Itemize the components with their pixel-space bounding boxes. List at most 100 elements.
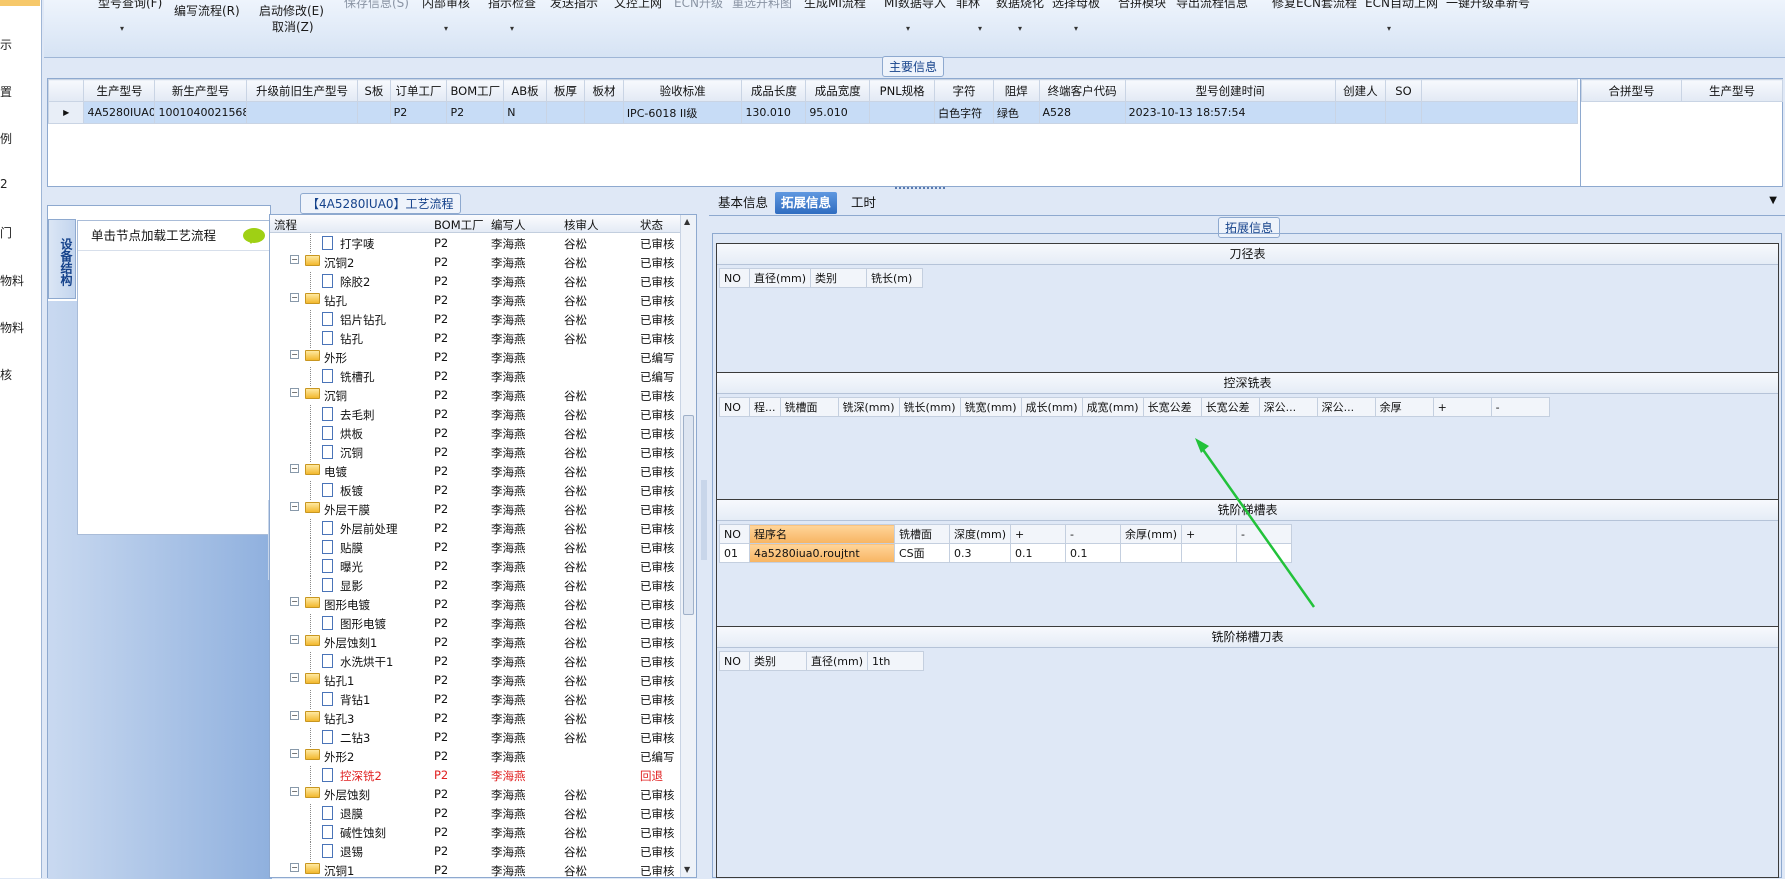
tree-row[interactable]: − 钻孔3 P2 李海燕 谷松 已审核 xyxy=(270,709,680,728)
main-col-header[interactable]: BOM工厂 xyxy=(446,79,505,102)
main-col-header[interactable]: 创建人 xyxy=(1334,79,1387,102)
collapse-icon[interactable]: − xyxy=(290,787,299,796)
main-col-header[interactable]: 字符 xyxy=(934,79,994,102)
tree-row[interactable]: 显影 P2 李海燕 谷松 已审核 xyxy=(270,576,680,595)
toolbar-button[interactable]: 修复ECN套流程 xyxy=(1272,0,1357,11)
scroll-down-icon[interactable]: ▼ xyxy=(684,865,690,874)
table-cell[interactable]: P2 xyxy=(389,101,448,124)
tree-row[interactable]: 除胶2 P2 李海燕 谷松 已审核 xyxy=(270,272,680,291)
collapse-icon[interactable]: − xyxy=(290,293,299,302)
scroll-up-icon[interactable]: ▲ xyxy=(684,217,690,226)
chevron-down-icon[interactable]: ▾ xyxy=(1074,24,1078,33)
chevron-down-icon[interactable]: ▾ xyxy=(1018,24,1022,33)
col-header[interactable]: 状态 xyxy=(640,217,663,233)
chevron-down-icon[interactable]: ▾ xyxy=(1387,24,1391,33)
toolbar-button[interactable]: 型号查询(F) xyxy=(98,0,162,11)
main-col-header[interactable]: 新生产型号 xyxy=(154,79,247,102)
main-col-header[interactable]: 成品宽度 xyxy=(805,79,871,102)
collapse-icon[interactable]: − xyxy=(290,597,299,606)
table-cell[interactable]: 2023-10-13 18:57:54 xyxy=(1124,101,1336,124)
tree-row[interactable]: − 沉铜1 P2 李海燕 谷松 已审核 xyxy=(270,861,680,877)
tree-row[interactable]: 烘板 P2 李海燕 谷松 已审核 xyxy=(270,424,680,443)
chevron-down-icon[interactable]: ▾ xyxy=(978,24,982,33)
collapse-icon[interactable]: − xyxy=(290,673,299,682)
main-col-header[interactable]: 验收标准 xyxy=(622,79,743,102)
collapse-icon[interactable]: − xyxy=(290,388,299,397)
col-header[interactable]: 编写人 xyxy=(491,217,526,233)
nav-item[interactable]: 例 xyxy=(0,130,40,147)
toolbar-button[interactable]: 数据烧化 xyxy=(996,0,1044,11)
chevron-down-icon[interactable]: ▾ xyxy=(510,24,514,33)
tree-row[interactable]: 退锡 P2 李海燕 谷松 已审核 xyxy=(270,842,680,861)
collapse-icon[interactable]: − xyxy=(290,464,299,473)
tree-row[interactable]: 曝光 P2 李海燕 谷松 已审核 xyxy=(270,557,680,576)
main-col-header[interactable]: PNL规格 xyxy=(869,79,936,102)
nav-item[interactable]: 物料 xyxy=(0,272,40,289)
main-col-header[interactable]: 型号创建时间 xyxy=(1124,79,1336,102)
collapse-icon[interactable]: − xyxy=(290,350,299,359)
table-cell[interactable]: IPC-6018 II级 xyxy=(622,101,743,124)
table-cell[interactable]: 10010400215680 xyxy=(154,101,247,124)
table-cell[interactable] xyxy=(584,101,624,124)
merge-col-header[interactable]: 合拼型号 xyxy=(1581,79,1682,102)
nav-item[interactable]: 物料 xyxy=(0,319,40,336)
toolbar-button[interactable]: 编写流程(R) xyxy=(174,2,240,19)
tree-row[interactable]: − 外层干膜 P2 李海燕 谷松 已审核 xyxy=(270,500,680,519)
toolbar-button[interactable]: 内部审核 xyxy=(422,0,470,11)
v-splitter-right[interactable] xyxy=(701,480,707,560)
tree-row[interactable]: 控深铣2 P2 李海燕 回退 xyxy=(270,766,680,785)
table-cell[interactable]: 95.010 xyxy=(805,101,871,124)
table-cell[interactable]: 4A5280IUA0 xyxy=(83,101,156,124)
toolbar-button[interactable]: 启动修改(E) xyxy=(259,2,324,19)
tree-row[interactable]: − 外层蚀刻 P2 李海燕 谷松 已审核 xyxy=(270,785,680,804)
tree-row[interactable]: − 电镀 P2 李海燕 谷松 已审核 xyxy=(270,462,680,481)
tree-row[interactable]: 碱性蚀刻 P2 李海燕 谷松 已审核 xyxy=(270,823,680,842)
table-cell[interactable]: P2 xyxy=(446,101,505,124)
table-cell[interactable]: A528 xyxy=(1038,101,1126,124)
toolbar-button[interactable]: 取消(Z) xyxy=(272,18,314,35)
table-cell[interactable]: N xyxy=(503,101,547,124)
table-cell[interactable]: 130.010 xyxy=(741,101,807,124)
chevron-down-icon[interactable]: ▾ xyxy=(120,24,124,33)
table-cell[interactable] xyxy=(545,101,586,124)
main-col-header[interactable]: S板 xyxy=(357,79,391,102)
collapse-icon[interactable]: − xyxy=(290,255,299,264)
tree-row[interactable]: − 图形电镀 P2 李海燕 谷松 已审核 xyxy=(270,595,680,614)
tree-row[interactable]: 水洗烘干1 P2 李海燕 谷松 已审核 xyxy=(270,652,680,671)
tree-row[interactable]: − 钻孔 P2 李海燕 谷松 已审核 xyxy=(270,291,680,310)
nav-item[interactable]: 门 xyxy=(0,224,40,241)
collapse-icon[interactable]: − xyxy=(290,749,299,758)
toolbar-button[interactable]: ECN自动上网 xyxy=(1365,0,1438,11)
tree-row[interactable]: 图形电镀 P2 李海燕 谷松 已审核 xyxy=(270,614,680,633)
table-cell[interactable] xyxy=(869,101,936,124)
tree-row[interactable]: − 外形 P2 李海燕 已编写 xyxy=(270,348,680,367)
nav-item[interactable]: 置 xyxy=(0,83,40,100)
tree-row[interactable]: 打字唛 P2 李海燕 谷松 已审核 xyxy=(270,234,680,253)
tree-row[interactable]: − 外层蚀刻1 P2 李海燕 谷松 已审核 xyxy=(270,633,680,652)
table-cell[interactable] xyxy=(357,101,391,124)
main-col-header[interactable]: 板厚 xyxy=(545,79,586,102)
nav-item[interactable]: 2 xyxy=(0,177,40,191)
table-cell[interactable] xyxy=(1385,101,1422,124)
tree-row[interactable]: − 钻孔1 P2 李海燕 谷松 已审核 xyxy=(270,671,680,690)
toolbar-button[interactable]: 选择母板 xyxy=(1052,0,1100,11)
collapse-icon[interactable]: − xyxy=(290,502,299,511)
main-col-header[interactable]: 板材 xyxy=(584,79,624,102)
nav-item[interactable]: 示 xyxy=(0,36,40,53)
table-cell[interactable]: 白色字符 xyxy=(934,101,994,124)
col-header[interactable]: 核审人 xyxy=(564,217,599,233)
table-cell[interactable] xyxy=(1334,101,1387,124)
main-col-header[interactable]: AB板 xyxy=(503,79,547,102)
tree-row[interactable]: − 沉铜 P2 李海燕 谷松 已审核 xyxy=(270,386,680,405)
tree-row[interactable]: 铣槽孔 P2 李海燕 已编写 xyxy=(270,367,680,386)
tree-row[interactable]: 去毛刺 P2 李海燕 谷松 已审核 xyxy=(270,405,680,424)
collapse-icon[interactable]: − xyxy=(290,711,299,720)
col-header[interactable]: BOM工厂 xyxy=(434,217,484,233)
tree-row[interactable]: 钻孔 P2 李海燕 谷松 已审核 xyxy=(270,329,680,348)
main-col-header[interactable]: 阻焊 xyxy=(992,79,1040,102)
toolbar-button[interactable]: 发送指示 xyxy=(550,0,598,11)
merge-col-header[interactable]: 生产型号 xyxy=(1681,79,1783,102)
toolbar-button[interactable]: 菲林 xyxy=(956,0,980,11)
tree-row[interactable]: − 沉铜2 P2 李海燕 谷松 已审核 xyxy=(270,253,680,272)
toolbar-button[interactable]: 文控上网 xyxy=(614,0,662,11)
